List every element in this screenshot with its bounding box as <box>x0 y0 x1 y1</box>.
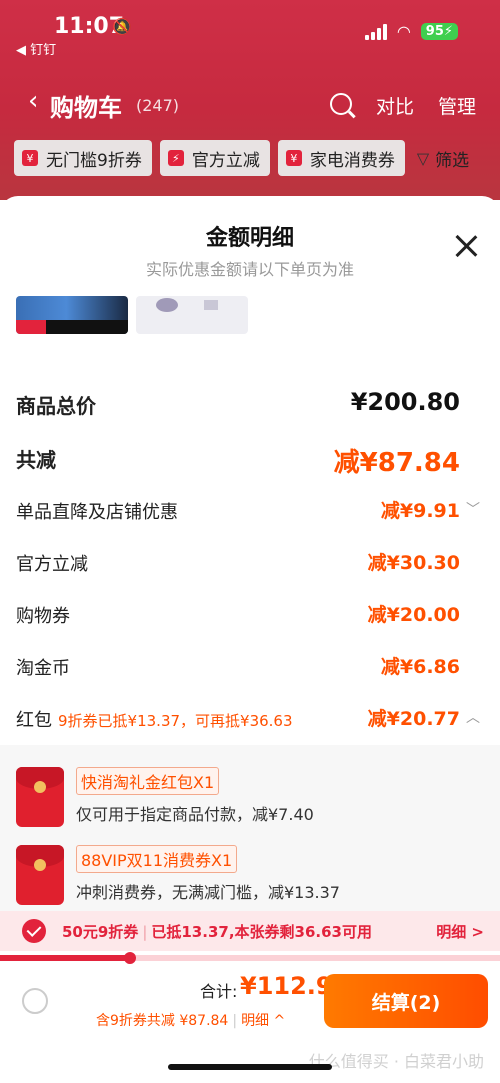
chip-label: 家电消费券 <box>309 150 395 171</box>
chip-discount[interactable]: ¥ 无门槛9折券 <box>14 140 152 176</box>
filter-icon: ▽ <box>416 148 430 168</box>
select-all-checkbox[interactable] <box>22 988 48 1014</box>
row-value: 减¥20.00 <box>367 604 460 626</box>
row-shop-discount[interactable]: 单品直降及店铺优惠 减¥9.91 ﹀ <box>0 494 500 530</box>
back-chevron-icon[interactable]: ‹ <box>28 86 38 116</box>
row-value: 减¥6.86 <box>380 656 460 678</box>
product-thumbnail[interactable] <box>16 296 128 334</box>
row-label: 红包 9折券已抵¥13.37，可再抵¥36.63 <box>16 706 293 732</box>
progress-fill <box>0 955 130 961</box>
page-title: 购物车 <box>50 94 122 122</box>
bell-muted-icon: 🔕 <box>112 17 132 36</box>
hongbao-item: 88VIP双11消费券X1 冲刺消费券，无满减门槛，减¥13.37 <box>16 845 486 907</box>
coupon-checkbox[interactable] <box>22 919 46 943</box>
separator: | <box>232 1013 238 1029</box>
coupon-detail-link[interactable]: 明细 > <box>436 921 484 942</box>
detail-toggle[interactable]: 明细 ^ <box>241 1013 285 1029</box>
sheet-subtitle: 实际优惠金额请以下单页为准 <box>145 260 354 279</box>
row-value: 减¥30.30 <box>367 552 460 574</box>
chevron-up-icon: ︿ <box>466 710 480 726</box>
back-to-app[interactable]: ◀ 钉钉 <box>16 39 56 58</box>
chip-label: 筛选 <box>435 150 470 171</box>
discount-summary: 含9折券共减 ¥87.84 <box>96 1013 229 1029</box>
hongbao-tag: 88VIP双11消费券X1 <box>76 845 238 873</box>
row-value: 减¥9.91 <box>380 500 460 522</box>
row-value: 减¥87.84 <box>333 448 460 478</box>
coupon-bar: 50元9折券 | 已抵13.37,本张券剩36.63可用 明细 > <box>0 911 500 951</box>
checkout-button[interactable]: 结算(2) <box>324 974 488 1028</box>
row-label: 商品总价 <box>16 394 96 418</box>
home-indicator <box>168 1064 332 1070</box>
hongbao-panel: 快消淘礼金红包X1 仅可用于指定商品付款，减¥7.40 88VIP双11消费券X… <box>0 745 500 911</box>
wifi-icon: ◠ <box>396 22 411 41</box>
checkout-bar: 合计: ¥112.96 含9折券共减 ¥87.84 | 明细 ^ 结算(2) 什么值… <box>0 966 500 1083</box>
status-bar: 11:07 🔕 ◀ 钉钉 ◠ 95⚡ <box>0 0 500 64</box>
coupon-status: 已抵13.37,本张券剩36.63可用 <box>151 923 372 941</box>
coupon-icon: ¥ <box>22 150 38 166</box>
watermark: 什么值得买 · 白菜君小助 <box>308 1052 484 1071</box>
coupon-icon: ¥ <box>285 150 302 166</box>
nav-bar: ‹ 购物车 (247) 对比 管理 <box>0 84 500 124</box>
hongbao-tag: 快消淘礼金红包X1 <box>76 767 220 795</box>
hongbao-desc: 仅可用于指定商品付款，减¥7.40 <box>76 805 314 824</box>
coupon-name: 50元9折券 <box>62 923 139 941</box>
row-label: 淘金币 <box>16 658 70 679</box>
red-envelope-icon <box>16 767 64 827</box>
search-icon[interactable] <box>330 93 352 115</box>
coupon-text: 50元9折券 | 已抵13.37,本张券剩36.63可用 <box>62 921 372 942</box>
close-icon[interactable] <box>454 234 478 258</box>
chip-appliance[interactable]: ¥ 家电消费券 <box>277 140 405 176</box>
chip-official[interactable]: ⚡ 官方立减 <box>159 140 270 176</box>
row-official: 官方立减 减¥30.30 <box>0 546 500 582</box>
red-envelope-icon <box>16 845 64 905</box>
row-value: ¥200.80 <box>350 388 460 416</box>
chevron-down-icon: ﹀ <box>466 502 480 518</box>
hongbao-item: 快消淘礼金红包X1 仅可用于指定商品付款，减¥7.40 <box>16 767 486 829</box>
chip-label: 官方立减 <box>191 150 260 171</box>
row-label: 官方立减 <box>16 554 88 575</box>
compare-button[interactable]: 对比 <box>376 92 414 119</box>
hongbao-sub: 9折券已抵¥13.37，可再抵¥36.63 <box>58 712 293 730</box>
row-value: 减¥20.77 <box>367 708 460 730</box>
sheet-title: 金额明细 <box>205 226 294 251</box>
product-thumbnails <box>16 296 248 336</box>
row-total-discount: 共减 减¥87.84 <box>0 440 500 478</box>
chip-filter[interactable]: ▽ 筛选 <box>413 140 479 176</box>
total-sub: 含9折券共减 ¥87.84 | 明细 ^ <box>96 1010 285 1030</box>
row-label: 共减 <box>16 448 56 472</box>
lightning-icon: ⚡ <box>167 150 184 166</box>
chip-label: 无门槛9折券 <box>46 150 142 171</box>
cart-count: (247) <box>136 96 180 115</box>
filter-chips: ¥ 无门槛9折券 ⚡ 官方立减 ¥ 家电消费券 ▽ 筛选 <box>0 140 500 180</box>
battery-indicator: 95⚡ <box>420 23 458 40</box>
total-label: 合计: <box>200 982 238 1001</box>
row-label: 购物券 <box>16 606 70 627</box>
amount-detail-sheet: 金额明细 实际优惠金额请以下单页为准 商品总价 ¥200.80 共减 减¥87.… <box>0 196 500 1083</box>
product-thumbnail[interactable] <box>136 296 248 334</box>
separator: | <box>142 923 148 941</box>
row-total-price: 商品总价 ¥200.80 <box>0 386 500 422</box>
signal-icon <box>364 23 387 40</box>
row-shopping-coupon: 购物券 减¥20.00 <box>0 598 500 634</box>
row-coins: 淘金币 减¥6.86 <box>0 650 500 686</box>
status-indicators: ◠ 95⚡ <box>364 22 458 41</box>
hongbao-desc: 冲刺消费券，无满减门槛，减¥13.37 <box>76 883 340 902</box>
progress-knob <box>124 952 136 964</box>
manage-button[interactable]: 管理 <box>438 92 476 119</box>
row-hongbao[interactable]: 红包 9折券已抵¥13.37，可再抵¥36.63 减¥20.77 ︿ <box>0 702 500 738</box>
hongbao-label: 红包 <box>16 710 52 731</box>
coupon-progress <box>0 952 500 964</box>
row-label: 单品直降及店铺优惠 <box>16 502 178 523</box>
